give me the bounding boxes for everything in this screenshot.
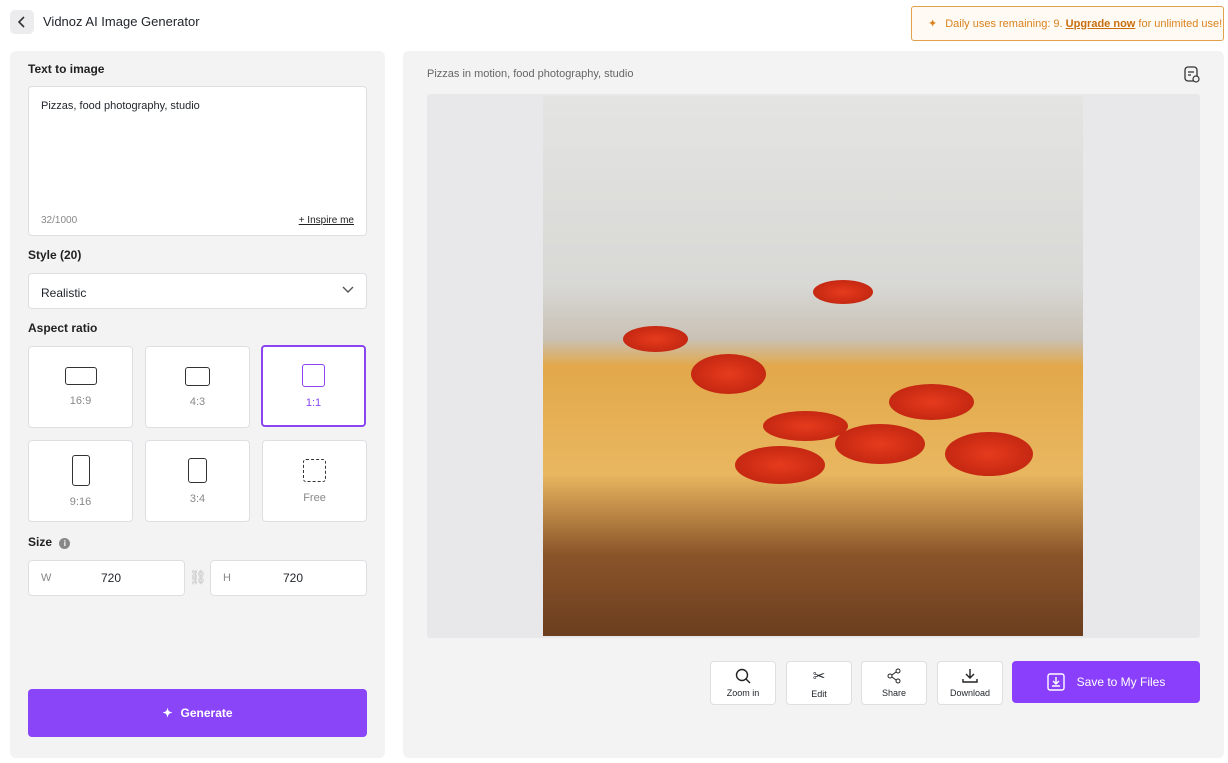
result-prompt: Pizzas in motion, food photography, stud… bbox=[427, 68, 634, 80]
free-crop-icon bbox=[303, 458, 326, 482]
rect-3-4-icon bbox=[188, 457, 207, 483]
save-to-my-files-button[interactable]: Save to My Files bbox=[1012, 661, 1200, 703]
size-label: Size i bbox=[28, 535, 71, 549]
inspire-me-link[interactable]: + Inspire me bbox=[299, 215, 354, 226]
magnifier-icon bbox=[735, 668, 751, 684]
download-button[interactable]: Download bbox=[937, 661, 1003, 705]
aspect-16-9[interactable]: 16:9 bbox=[28, 346, 133, 428]
style-label: Style (20) bbox=[28, 248, 82, 262]
aspect-free[interactable]: Free bbox=[262, 440, 367, 522]
share-button[interactable]: Share bbox=[861, 661, 927, 705]
zoom-in-button[interactable]: Zoom in bbox=[710, 661, 776, 705]
usage-banner: ✦ Daily uses remaining: 9. Upgrade now f… bbox=[911, 6, 1224, 41]
share-icon bbox=[887, 668, 901, 684]
rect-4-3-icon bbox=[185, 366, 210, 386]
image-canvas bbox=[427, 94, 1200, 638]
generate-button[interactable]: ✦ Generate bbox=[28, 689, 367, 737]
sparkle-icon: ✦ bbox=[162, 706, 173, 720]
width-input[interactable]: W 720 bbox=[28, 560, 185, 596]
save-icon bbox=[1046, 673, 1065, 691]
text-to-image-label: Text to image bbox=[28, 62, 105, 76]
aspect-9-16[interactable]: 9:16 bbox=[28, 440, 133, 522]
link-ratio-icon[interactable]: ⛓ bbox=[189, 569, 207, 586]
history-icon[interactable] bbox=[1184, 66, 1200, 88]
upgrade-link[interactable]: Upgrade now bbox=[1066, 18, 1136, 30]
settings-panel: Text to image Pizzas, food photography, … bbox=[10, 51, 385, 758]
chevron-left-icon bbox=[17, 16, 25, 28]
aspect-3-4[interactable]: 3:4 bbox=[145, 440, 250, 522]
aspect-1-1[interactable]: 1:1 bbox=[261, 345, 366, 427]
edit-button[interactable]: ✂ Edit bbox=[786, 661, 852, 705]
aspect-ratio-label: Aspect ratio bbox=[28, 321, 98, 335]
scissors-icon: ✂ bbox=[812, 668, 826, 685]
char-count: 32/1000 bbox=[41, 215, 78, 226]
download-icon bbox=[962, 669, 978, 683]
back-button[interactable] bbox=[10, 10, 34, 34]
square-icon bbox=[302, 363, 325, 387]
generated-image[interactable] bbox=[543, 96, 1083, 636]
result-panel: Pizzas in motion, food photography, stud… bbox=[403, 51, 1224, 758]
app-title: Vidnoz AI Image Generator bbox=[43, 14, 200, 29]
sparkle-icon: ✦ bbox=[928, 18, 938, 30]
rect-9-16-icon bbox=[71, 454, 90, 486]
style-select[interactable]: Realistic bbox=[28, 273, 367, 309]
info-icon[interactable]: i bbox=[59, 538, 71, 549]
chevron-down-icon bbox=[342, 286, 354, 293]
height-input[interactable]: H 720 bbox=[210, 560, 367, 596]
aspect-4-3[interactable]: 4:3 bbox=[145, 346, 250, 428]
prompt-textarea[interactable]: Pizzas, food photography, studio 32/1000… bbox=[28, 86, 367, 236]
rect-16-9-icon bbox=[64, 367, 97, 385]
